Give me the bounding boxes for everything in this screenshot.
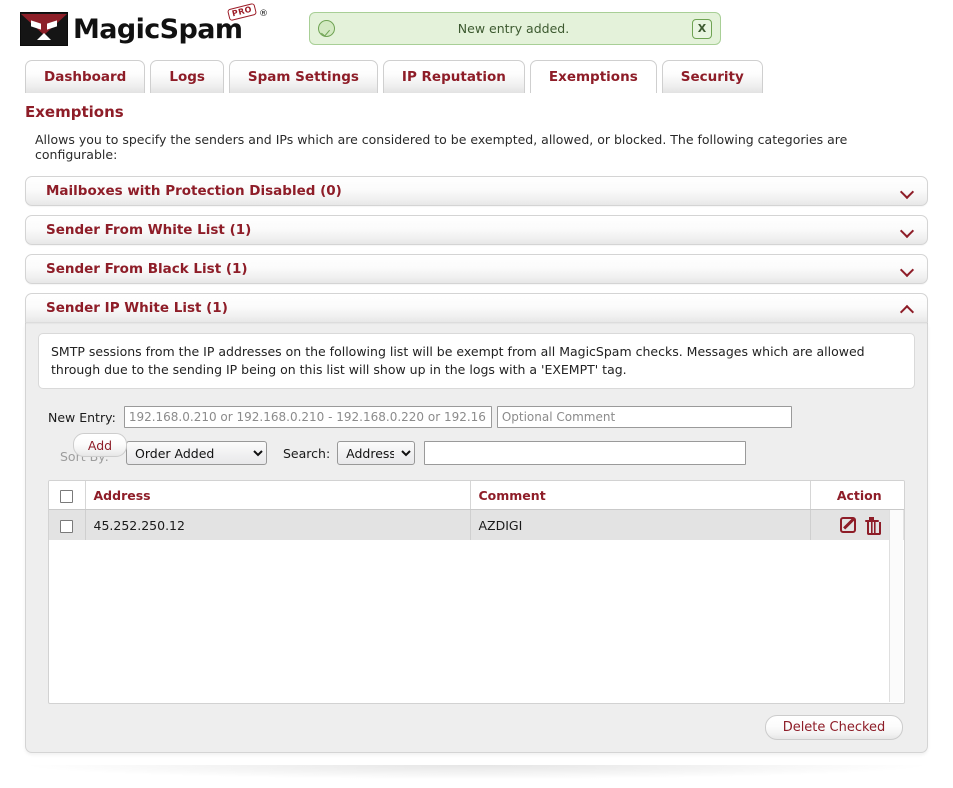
tab-security[interactable]: Security	[662, 60, 763, 93]
accordion-item-sender-ip-white-list: Sender IP White List (1) SMTP sessions f…	[25, 293, 928, 753]
magicspam-logo: MagicSpam PRO ®	[20, 11, 242, 47]
tab-logs[interactable]: Logs	[150, 60, 224, 93]
search-input[interactable]	[424, 441, 746, 465]
entry-form: New Entry: Sort By: Add Order Added Sear…	[38, 406, 915, 740]
accordion-item-sender-from-white-list: Sender From White List (1)	[25, 215, 928, 245]
row-comment: AZDIGI	[470, 509, 810, 540]
sort-by-select[interactable]: Order Added	[126, 441, 267, 465]
magicspam-envelope-icon	[20, 12, 68, 46]
column-header-address[interactable]: Address	[85, 481, 470, 509]
notice-message: New entry added.	[335, 21, 692, 36]
accordion-header-sender-ip-white-list[interactable]: Sender IP White List (1)	[25, 293, 928, 323]
close-icon[interactable]: X	[692, 19, 712, 39]
accordion-title: Sender From White List (1)	[46, 222, 251, 238]
chevron-up-icon[interactable]	[901, 302, 913, 314]
app-page: MagicSpam PRO ® New entry added. X Dashb…	[0, 0, 953, 788]
table-body: 45.252.250.12 AZDIGI	[49, 509, 905, 540]
accordion-panel-sender-ip-white-list: SMTP sessions from the IP addresses on t…	[25, 323, 928, 753]
check-circle-icon	[318, 20, 335, 37]
chevron-down-icon[interactable]	[901, 224, 913, 236]
row-checkbox[interactable]	[60, 520, 73, 533]
column-header-action: Action	[810, 481, 905, 509]
new-entry-label: New Entry:	[48, 410, 116, 425]
table-head: Address Comment Action	[49, 481, 905, 509]
add-button[interactable]: Add	[73, 433, 127, 457]
accordion-title: Sender From Black List (1)	[46, 261, 248, 277]
search-field-select[interactable]: Address	[337, 441, 415, 465]
new-entry-row: New Entry:	[48, 406, 905, 428]
logo-brand-name: MagicSpam	[73, 14, 242, 45]
logo-wordmark: MagicSpam PRO ®	[73, 16, 242, 43]
search-label: Search:	[283, 446, 330, 461]
accordion-header-sender-from-white-list[interactable]: Sender From White List (1)	[25, 215, 928, 245]
page-bottom-shadow	[30, 765, 923, 779]
list-controls-row: Sort By: Add Order Added Search: Address	[48, 440, 905, 466]
accordion-header-sender-from-black-list[interactable]: Sender From Black List (1)	[25, 254, 928, 284]
page-content: Exemptions Allows you to specify the sen…	[0, 103, 953, 753]
page-title: Exemptions	[25, 103, 928, 121]
trash-icon[interactable]	[865, 517, 879, 533]
table-footer: Delete Checked	[48, 715, 905, 740]
ip-white-list-table: Address Comment Action	[49, 481, 905, 540]
app-header: MagicSpam PRO ® New entry added. X	[0, 0, 953, 56]
accordion-header-mailboxes-protection-disabled[interactable]: Mailboxes with Protection Disabled (0)	[25, 176, 928, 206]
new-entry-ip-input[interactable]	[124, 406, 492, 428]
edit-icon[interactable]	[840, 517, 856, 533]
select-all-checkbox[interactable]	[60, 490, 73, 503]
tab-spam-settings[interactable]: Spam Settings	[229, 60, 378, 93]
table-row: 45.252.250.12 AZDIGI	[49, 509, 905, 540]
table-scrollbar[interactable]	[889, 510, 903, 702]
panel-info-text: SMTP sessions from the IP addresses on t…	[38, 333, 915, 389]
page-description: Allows you to specify the senders and IP…	[35, 132, 928, 162]
tab-dashboard[interactable]: Dashboard	[25, 60, 145, 93]
logo-pro-badge: PRO	[227, 2, 257, 20]
new-entry-comment-input[interactable]	[497, 406, 792, 428]
ip-white-list-table-container: Address Comment Action	[48, 480, 905, 704]
row-address: 45.252.250.12	[85, 509, 470, 540]
chevron-down-icon[interactable]	[901, 263, 913, 275]
status-notice: New entry added. X	[309, 12, 721, 45]
table-header-row: Address Comment Action	[49, 481, 905, 509]
accordion-item-mailboxes-protection-disabled: Mailboxes with Protection Disabled (0)	[25, 176, 928, 206]
accordion-title: Sender IP White List (1)	[46, 300, 228, 316]
tab-exemptions[interactable]: Exemptions	[530, 60, 657, 93]
column-header-comment[interactable]: Comment	[470, 481, 810, 509]
chevron-down-icon[interactable]	[901, 185, 913, 197]
select-all-header	[49, 481, 85, 509]
tab-ip-reputation[interactable]: IP Reputation	[383, 60, 525, 93]
logo-registered-mark: ®	[259, 10, 267, 19]
main-tabs: Dashboard Logs Spam Settings IP Reputati…	[25, 58, 953, 93]
exemption-categories: Mailboxes with Protection Disabled (0) S…	[25, 176, 928, 753]
accordion-item-sender-from-black-list: Sender From Black List (1)	[25, 254, 928, 284]
row-select-cell	[49, 509, 85, 540]
delete-checked-button[interactable]: Delete Checked	[765, 715, 903, 740]
accordion-title: Mailboxes with Protection Disabled (0)	[46, 183, 342, 199]
